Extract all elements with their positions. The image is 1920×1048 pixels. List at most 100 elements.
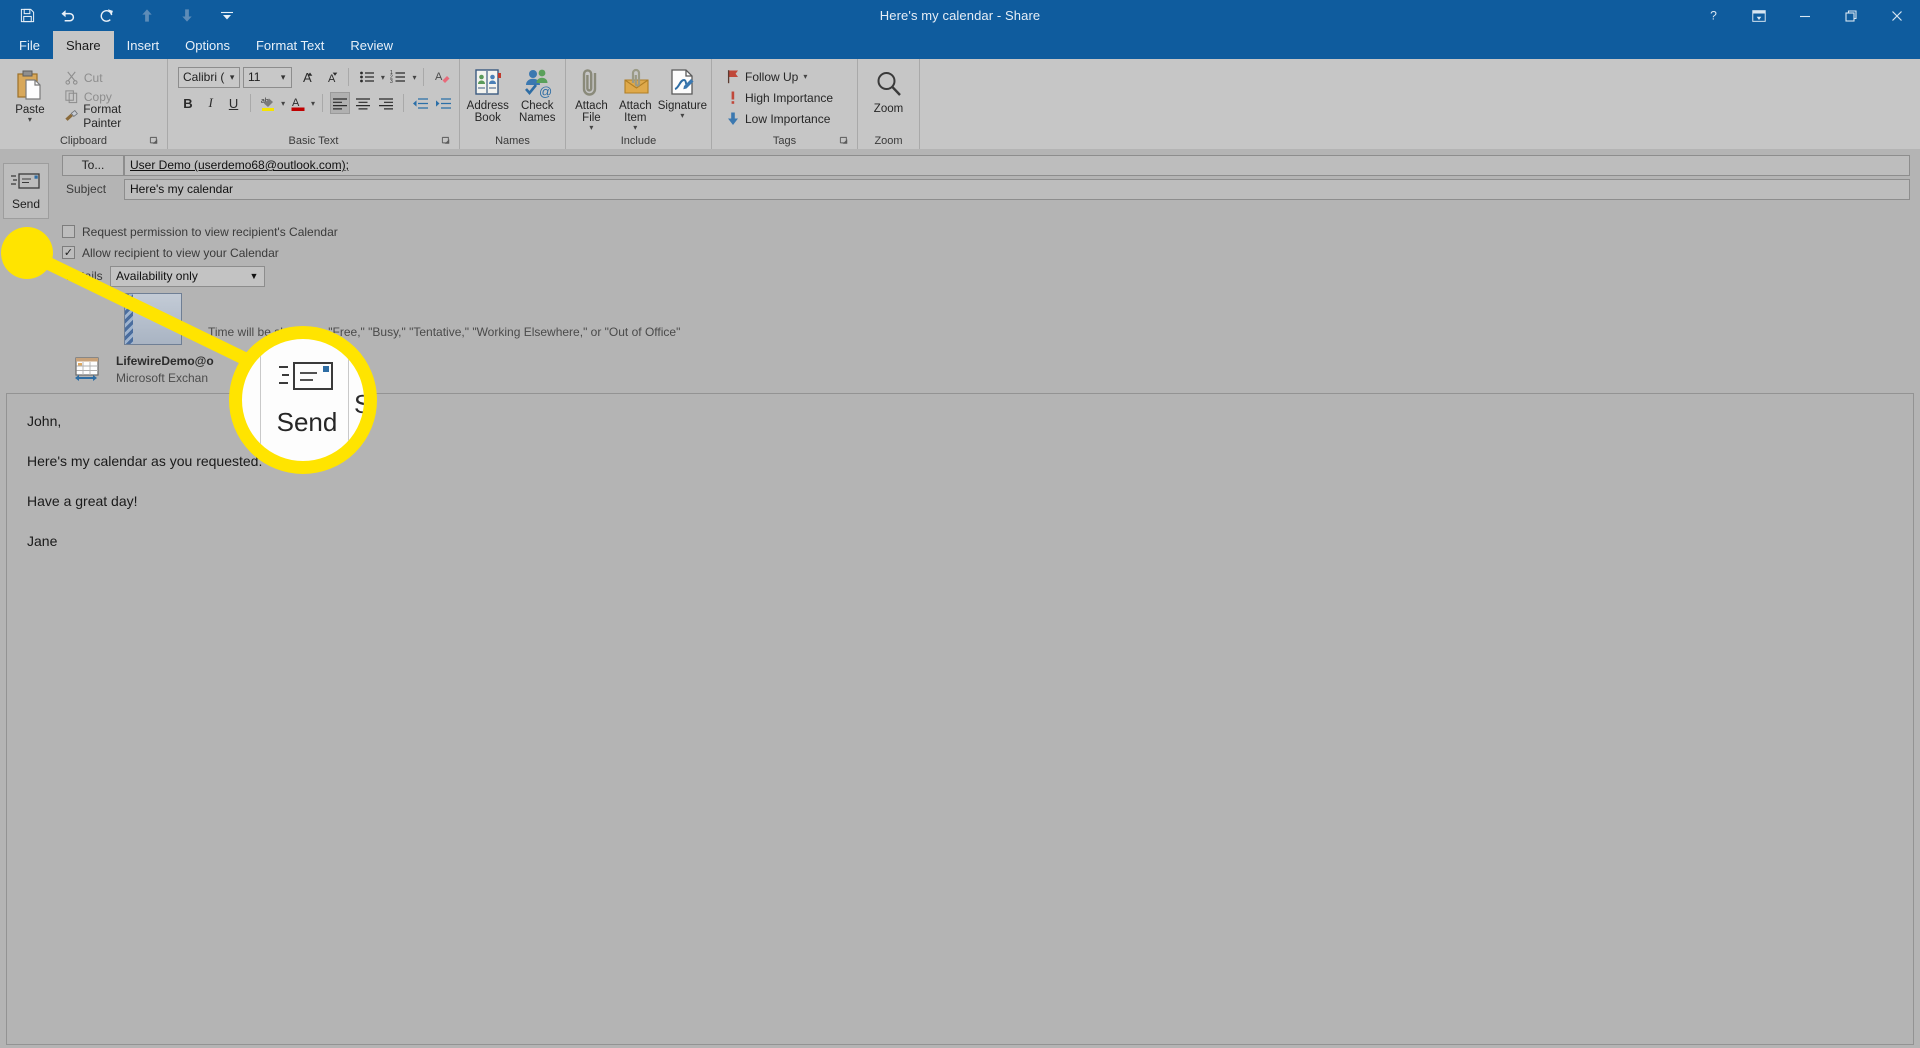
format-painter-button[interactable]: Format Painter <box>60 102 163 130</box>
paperclip-icon <box>583 69 597 96</box>
svg-text:@: @ <box>539 84 552 98</box>
allow-recipient-label: Allow recipient to view your Calendar <box>82 245 279 260</box>
request-permission-checkbox[interactable] <box>62 225 75 238</box>
attach-file-caret-icon[interactable]: ▾ <box>589 124 593 132</box>
numbering-chevron-down-icon[interactable]: ▾ <box>412 73 416 82</box>
details-row: Details Availability only ▼ <box>52 263 1920 289</box>
to-value: User Demo (userdemo68@outlook.com); <box>130 158 349 172</box>
send-column: Send <box>0 153 52 219</box>
cut-button[interactable]: Cut <box>60 68 163 87</box>
bullets-chevron-down-icon[interactable]: ▾ <box>381 73 385 82</box>
svg-text:?: ? <box>1710 9 1717 23</box>
ribbon: Paste ▾ Cut Copy Format Painter Clipboar… <box>0 59 1920 149</box>
clear-formatting-button[interactable]: A <box>431 66 453 88</box>
signature-button[interactable]: Signature ▾ <box>658 62 707 120</box>
increase-indent-button[interactable] <box>433 92 453 114</box>
paste-button[interactable]: Paste ▾ <box>4 62 56 124</box>
to-input[interactable]: User Demo (userdemo68@outlook.com); <box>124 154 1910 176</box>
align-right-button[interactable] <box>376 92 396 114</box>
address-book-line2: Book <box>474 112 501 124</box>
minimize-button[interactable] <box>1782 0 1828 31</box>
tags-dialog-launcher-icon[interactable] <box>839 136 850 147</box>
follow-up-caret-icon[interactable]: ▾ <box>803 72 807 81</box>
restore-button[interactable] <box>1828 0 1874 31</box>
window-controls: ? <box>1690 0 1920 31</box>
font-name-chevron-down-icon[interactable]: ▾ <box>225 72 239 83</box>
scissors-icon <box>65 71 78 85</box>
help-button[interactable]: ? <box>1690 0 1736 31</box>
font-color-button[interactable]: A <box>288 92 308 114</box>
send-button[interactable]: Send <box>3 163 49 219</box>
undo-icon[interactable] <box>54 4 80 28</box>
tab-file[interactable]: File <box>6 31 53 59</box>
numbering-button[interactable]: 123 <box>388 66 410 88</box>
request-permission-row[interactable]: Request permission to view recipient's C… <box>52 221 1920 242</box>
details-value: Availability only <box>116 269 198 283</box>
basic-text-group-label: Basic Text <box>172 133 455 149</box>
subject-input[interactable]: Here's my calendar <box>124 178 1910 200</box>
follow-up-label: Follow Up <box>745 69 799 84</box>
redo-icon[interactable] <box>94 4 120 28</box>
font-size-chevron-down-icon[interactable]: ▾ <box>275 72 291 83</box>
to-button[interactable]: To... <box>62 154 124 176</box>
zoom-send-button[interactable]: Send <box>269 357 345 438</box>
align-left-icon <box>332 97 347 109</box>
high-importance-button[interactable]: High Importance <box>722 88 837 107</box>
details-combo[interactable]: Availability only ▼ <box>110 265 265 287</box>
previous-item-icon[interactable] <box>134 4 160 28</box>
close-button[interactable] <box>1874 0 1920 31</box>
clipboard-dialog-launcher-icon[interactable] <box>149 136 160 147</box>
ribbon-group-zoom: Zoom Zoom <box>858 59 920 149</box>
font-size-combo[interactable]: 11 ▾ <box>243 66 293 88</box>
font-name-combo[interactable]: Calibri (E ▾ <box>178 66 240 88</box>
attach-item-button[interactable]: Attach Item ▾ <box>614 62 657 132</box>
underline-button[interactable]: U <box>224 92 244 114</box>
basic-text-dialog-launcher-icon[interactable] <box>441 136 452 147</box>
message-header: Send To... User Demo (userdemo68@outlook… <box>0 149 1920 219</box>
check-names-line2: Names <box>519 112 556 124</box>
tab-options[interactable]: Options <box>172 31 243 59</box>
allow-recipient-checkbox[interactable]: ✓ <box>62 246 75 259</box>
send-envelope-icon <box>11 173 40 189</box>
ribbon-display-options-icon[interactable] <box>1736 0 1782 31</box>
save-icon[interactable] <box>14 4 40 28</box>
details-chevron-down-icon[interactable]: ▼ <box>244 271 264 281</box>
check-names-button[interactable]: @ Check Names <box>514 62 562 124</box>
low-importance-label: Low Importance <box>745 111 831 126</box>
follow-up-button[interactable]: Follow Up ▾ <box>722 67 837 86</box>
align-left-button[interactable] <box>329 92 350 114</box>
customize-quick-access-icon[interactable] <box>214 4 240 28</box>
bold-button[interactable]: B <box>178 92 198 114</box>
tab-review[interactable]: Review <box>337 31 406 59</box>
decrease-indent-button[interactable] <box>410 92 430 114</box>
bullets-button[interactable] <box>356 66 378 88</box>
low-importance-button[interactable]: Low Importance <box>722 109 837 128</box>
tab-insert[interactable]: Insert <box>114 31 173 59</box>
highlight-chevron-down-icon[interactable]: ▾ <box>281 99 285 108</box>
shrink-font-button[interactable]: A <box>320 66 342 88</box>
title-bar: Here's my calendar - Share ? <box>0 0 1920 31</box>
allow-recipient-row[interactable]: ✓ Allow recipient to view your Calendar <box>52 242 1920 263</box>
send-label: Send <box>11 197 41 211</box>
text-highlight-button[interactable]: ab <box>258 92 278 114</box>
italic-button[interactable]: I <box>201 92 221 114</box>
align-right-icon <box>378 97 393 109</box>
window-title: Here's my calendar - Share <box>879 8 1041 23</box>
tab-share[interactable]: Share <box>52 31 114 59</box>
tab-format-text[interactable]: Format Text <box>243 31 337 59</box>
font-color-chevron-down-icon[interactable]: ▾ <box>311 99 315 108</box>
message-body[interactable]: John, Here's my calendar as you requeste… <box>6 393 1914 1045</box>
svg-text:A: A <box>435 71 443 83</box>
signature-icon <box>671 69 694 95</box>
grow-font-button[interactable]: A <box>295 66 317 88</box>
address-book-button[interactable]: Address Book <box>464 62 512 124</box>
attach-file-button[interactable]: Attach File ▾ <box>570 62 613 132</box>
paste-caret-icon[interactable]: ▾ <box>28 116 32 124</box>
next-item-icon[interactable] <box>174 4 200 28</box>
attach-item-icon <box>624 68 649 94</box>
align-center-button[interactable] <box>353 92 373 114</box>
svg-text:A: A <box>303 70 312 85</box>
attach-item-caret-icon[interactable]: ▾ <box>633 124 637 132</box>
signature-caret-icon[interactable]: ▾ <box>680 112 684 120</box>
zoom-button[interactable]: Zoom <box>862 62 915 115</box>
